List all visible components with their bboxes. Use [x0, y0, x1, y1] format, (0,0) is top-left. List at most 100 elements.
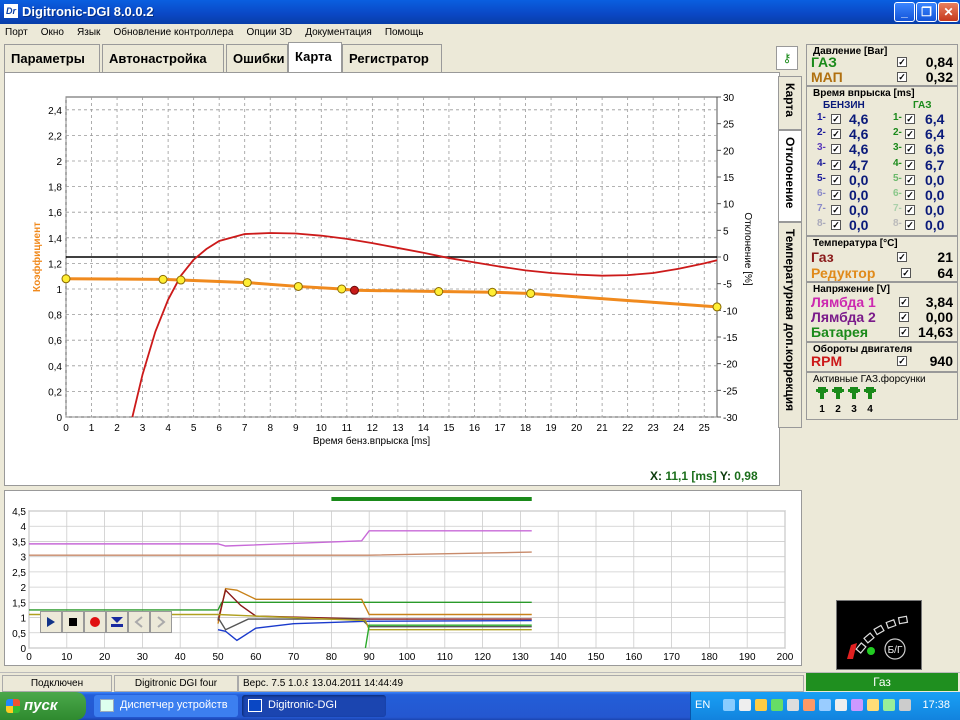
petrol-injector-checkbox[interactable]: ✓ — [831, 190, 841, 200]
next-icon[interactable] — [150, 611, 172, 633]
tray-icon[interactable] — [899, 699, 911, 711]
tab-parameters[interactable]: Параметры — [4, 44, 100, 72]
y2-tick-label: 30 — [723, 93, 735, 104]
tray-icon[interactable] — [819, 699, 831, 711]
battery-label: Батарея — [811, 324, 868, 340]
start-label: пуск — [24, 697, 58, 714]
pressure-gas-row: ГАЗ ✓ 0,84 — [807, 54, 959, 70]
petrol-injector-checkbox[interactable]: ✓ — [831, 114, 841, 124]
tray-icon[interactable] — [883, 699, 895, 711]
recorder-chart[interactable]: 0 10 20 30 40 50 60 70 80 90 100 110 120 130 140 150 160… — [5, 491, 803, 667]
gas-injector-checkbox[interactable]: ✓ — [905, 205, 915, 216]
tray-icon[interactable] — [867, 699, 879, 711]
rpm-checkbox[interactable]: ✓ — [897, 356, 907, 366]
tray-icon[interactable] — [755, 699, 767, 711]
pressure-gas-checkbox[interactable]: ✓ — [897, 57, 907, 67]
gas-injector-checkbox[interactable]: ✓ — [905, 190, 915, 200]
vertical-tabs: Карта Отклонение Температурная доп.корре… — [778, 72, 802, 488]
petrol-injector-value: 0,0 — [849, 202, 869, 219]
temp-gas-checkbox[interactable]: ✓ — [897, 252, 907, 262]
vtab-map[interactable]: Карта — [778, 76, 802, 130]
x-tick-label: 25 — [699, 423, 711, 434]
gas-injector-value: 0,0 — [925, 187, 945, 203]
recorder-x-tick-label: 50 — [212, 652, 224, 663]
coefficient-point — [61, 274, 71, 284]
play-icon[interactable] — [40, 611, 62, 633]
tray-icon[interactable] — [803, 699, 815, 711]
petrol-injector-checkbox[interactable]: ✓ — [831, 144, 841, 155]
tab-autotune[interactable]: Автонастройка — [102, 44, 224, 72]
petrol-injector-checkbox[interactable]: ✓ — [831, 205, 841, 216]
x-tick-label: 8 — [267, 423, 273, 434]
lambda1-label: Лямбда 1 — [811, 294, 876, 310]
task-device-manager[interactable]: Диспетчер устройств — [94, 695, 238, 717]
task-digitronic[interactable]: Digitronic-DGI — [242, 695, 386, 717]
coefficient-point — [526, 288, 536, 298]
tray-icon[interactable] — [851, 699, 863, 711]
connection-icon[interactable]: ⚷ — [776, 46, 798, 70]
temp-reducer-checkbox[interactable]: ✓ — [901, 268, 911, 278]
vtab-temperature-correction[interactable]: Температурная доп.коррекция — [778, 222, 802, 428]
map-chart-panel[interactable]: 0 1 2 3 4 5 6 7 8 9 10 11 12 13 14 15 16 17 18 19 20 21 22 23 24… — [4, 72, 780, 486]
stop-icon[interactable] — [62, 611, 84, 633]
menu-firmware-update[interactable]: Обновление контроллера — [108, 24, 238, 38]
tab-errors[interactable]: Ошибки — [226, 44, 288, 72]
menu-port[interactable]: Порт — [0, 24, 33, 38]
recorder-y-tick-label: 1,5 — [12, 598, 26, 609]
menu-language[interactable]: Язык — [72, 24, 105, 38]
petrol-injector-checkbox[interactable]: ✓ — [831, 129, 841, 140]
save-icon[interactable] — [106, 611, 128, 633]
gas-injector-checkbox[interactable]: ✓ — [905, 220, 915, 231]
petrol-injector-number: 8- — [817, 218, 826, 230]
tray-icon[interactable] — [739, 699, 751, 711]
lambda2-checkbox[interactable]: ✓ — [899, 312, 909, 322]
gas-injector-checkbox[interactable]: ✓ — [905, 129, 915, 140]
injector-row: 1- ✓ 4,6 1- ✓ 6,4 — [807, 111, 959, 127]
tab-map[interactable]: Карта — [288, 42, 342, 72]
menu-window[interactable]: Окно — [36, 24, 69, 38]
injector-icon: 2 — [831, 387, 845, 417]
petrol-injector-checkbox[interactable]: ✓ — [831, 159, 841, 170]
minimize-button[interactable]: _ — [894, 2, 915, 22]
injector-number: 4 — [867, 404, 873, 415]
start-button[interactable]: пуск — [0, 692, 86, 720]
gas-injector-checkbox[interactable]: ✓ — [905, 159, 915, 170]
tray-icon[interactable] — [787, 699, 799, 711]
tray-icon[interactable] — [723, 699, 735, 711]
lambda1-checkbox[interactable]: ✓ — [899, 297, 909, 307]
gas-injector-value: 0,0 — [925, 202, 945, 219]
menu-help[interactable]: Помощь — [380, 24, 429, 38]
pressure-gas-value: 0,84 — [925, 54, 953, 70]
lambda1-row: Лямбда 1 ✓ 3,84 — [807, 294, 959, 310]
recorder-y-tick-label: 1 — [20, 614, 26, 625]
tray-icon[interactable] — [835, 699, 847, 711]
maximize-button[interactable]: ❐ — [916, 2, 937, 22]
tab-recorder[interactable]: Регистратор — [342, 44, 442, 72]
rpm-value: 940 — [929, 353, 953, 369]
record-icon[interactable] — [84, 611, 106, 633]
recorder-x-tick-label: 100 — [399, 652, 416, 663]
petrol-header: БЕНЗИН — [823, 100, 865, 111]
battery-checkbox[interactable]: ✓ — [899, 327, 909, 337]
x-tick-label: 9 — [293, 423, 299, 434]
vtab-deviation[interactable]: Отклонение — [778, 130, 802, 222]
correction-chart[interactable]: 0 1 2 3 4 5 6 7 8 9 10 11 12 13 14 15 16 17 18 19 20 21 22 23 24… — [5, 73, 781, 487]
gas-injector-checkbox[interactable]: ✓ — [905, 114, 915, 124]
gas-injector-checkbox[interactable]: ✓ — [905, 174, 915, 185]
x-tick-label: 12 — [367, 423, 379, 434]
x-tick-label: 11 — [342, 423, 353, 434]
y-tick-label: 1,2 — [48, 259, 62, 270]
gas-injector-checkbox[interactable]: ✓ — [905, 144, 915, 155]
prev-icon[interactable] — [128, 611, 150, 633]
menu-3d-options[interactable]: Опции 3D — [241, 24, 297, 38]
language-indicator[interactable]: EN — [695, 699, 710, 711]
petrol-injector-number: 3- — [817, 142, 826, 154]
recorder-panel[interactable]: 0 10 20 30 40 50 60 70 80 90 100 110 120 130 140 150 160… — [4, 490, 802, 666]
close-button[interactable]: ✕ — [938, 2, 959, 22]
pressure-map-checkbox[interactable]: ✓ — [897, 72, 907, 82]
menu-documentation[interactable]: Документация — [300, 24, 377, 38]
tray-icon[interactable] — [771, 699, 783, 711]
petrol-injector-checkbox[interactable]: ✓ — [831, 174, 841, 185]
player-controls — [40, 611, 174, 633]
petrol-injector-checkbox[interactable]: ✓ — [831, 220, 841, 231]
